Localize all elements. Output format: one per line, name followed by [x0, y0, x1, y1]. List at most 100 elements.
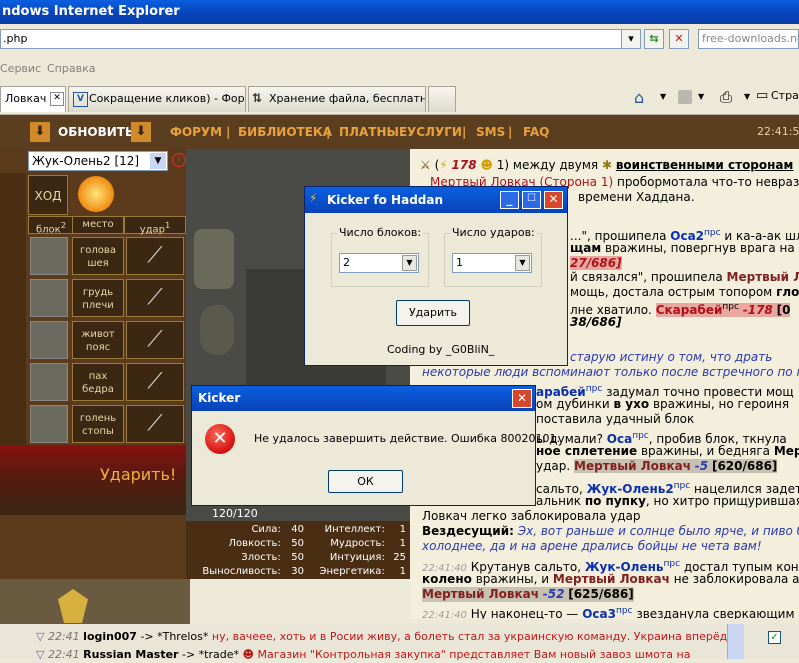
log-name[interactable]: Мертвый Ловкач: [574, 459, 691, 473]
log-line: удар. Мертвый Ловкач -5 [620/686]: [536, 459, 778, 474]
menu-bar: Сервис Справка: [0, 58, 799, 80]
block-shield-legs[interactable]: [30, 405, 68, 443]
log-hp: [0: [776, 303, 791, 317]
sun-icon: [78, 176, 114, 212]
log-name[interactable]: Вездесущий:: [422, 524, 514, 538]
nav-services[interactable]: УСЛУГИ: [407, 115, 462, 149]
target-select-value: Жук-Олень2 [12]: [32, 154, 140, 168]
strike-button[interactable]: Ударить: [396, 300, 470, 326]
chat-user[interactable]: login007: [83, 630, 137, 643]
maximize-button[interactable]: ☐: [522, 191, 541, 209]
log-name[interactable]: Мертвый Ловкач: [422, 587, 539, 601]
log-sup: прс: [673, 481, 691, 491]
stat-value: 30: [291, 566, 304, 577]
log-damage: -52: [542, 587, 565, 601]
page-icon[interactable]: ▭: [756, 88, 768, 103]
tab-3[interactable]: Хранение файла, бесплатн...: [248, 86, 426, 112]
minimize-button[interactable]: _: [500, 191, 519, 209]
menu-item-help[interactable]: Справка: [47, 58, 95, 80]
server-time: 22:41:50: [757, 125, 799, 138]
print-icon[interactable]: ⎙: [720, 88, 732, 106]
log-text: вражины, и бедняга: [640, 444, 770, 458]
chat-scrollbar[interactable]: [727, 624, 744, 659]
tab-2[interactable]: Сокращение кликов) - Фор...: [68, 86, 246, 112]
log-name[interactable]: Мертвый: [774, 444, 799, 458]
close-button[interactable]: ✕: [544, 191, 563, 209]
chat-checkbox[interactable]: ✓: [768, 631, 781, 644]
log-line: ное сплетение вражины, и бедняга Мертвый: [536, 444, 799, 459]
blocks-select[interactable]: 2 ▼: [339, 253, 419, 273]
log-text: , но хитро прищурившая: [645, 494, 799, 508]
nav-faq[interactable]: FAQ: [523, 115, 549, 149]
log-name[interactable]: Оса3: [582, 607, 616, 619]
tab-favicon-icon: V: [73, 92, 88, 107]
stat-value: 40: [291, 524, 304, 535]
log-name[interactable]: Скарабей: [656, 303, 723, 317]
chevron-down-icon[interactable]: ▼: [660, 92, 666, 101]
strike-button[interactable]: Ударить!: [100, 465, 176, 484]
log-hp: [625/686]: [568, 587, 634, 601]
block-shield-groin[interactable]: [30, 363, 68, 401]
sword-icon[interactable]: ⟋: [126, 405, 184, 443]
nav-paid[interactable]: ПЛАТНЫЕ: [339, 115, 407, 149]
nav-library[interactable]: БИБЛИОТЕКА: [238, 115, 332, 149]
log-sup: прс: [585, 384, 603, 394]
target-select[interactable]: Жук-Олень2 [12] ▼: [28, 151, 168, 171]
lightning-icon: ⚡: [439, 158, 448, 172]
stop-icon[interactable]: ✕: [669, 29, 689, 49]
log-line: времени Хаддана.: [578, 190, 695, 204]
log-line: холоднее, да и на арене дрались бойцы не…: [422, 539, 762, 553]
chevron-down-icon[interactable]: ▼: [744, 92, 750, 101]
search-input[interactable]: free-downloads.net: [698, 29, 799, 49]
sword-icon[interactable]: ⟋: [126, 363, 184, 401]
stat-value: 1: [399, 566, 406, 577]
close-button[interactable]: ✕: [512, 389, 532, 408]
error-message: Не удалось завершить действие. Ошибка 80…: [254, 432, 560, 445]
armor-icon: [194, 229, 234, 289]
battle-icon: ⚔: [420, 158, 431, 172]
home-icon[interactable]: ⌂: [634, 88, 644, 107]
sword-icon[interactable]: ⟋: [126, 279, 184, 317]
smiley-icon: ☻: [242, 648, 254, 661]
stat-label: Сила:: [251, 524, 281, 535]
place-label: шея: [87, 258, 109, 269]
block-shield-belly[interactable]: [30, 321, 68, 359]
nav-forum[interactable]: ФОРУМ: [170, 115, 222, 149]
log-line: некоторые люди вспоминают только после в…: [422, 365, 799, 379]
tab-label: Ловкач: [5, 92, 47, 105]
block-shield-chest[interactable]: [30, 279, 68, 317]
log-count: 1: [496, 158, 505, 172]
chat-user[interactable]: Russian Master: [83, 648, 178, 661]
refresh-icon[interactable]: ⇆: [644, 29, 664, 49]
down-arrow-icon[interactable]: ⬇: [30, 122, 50, 142]
block-shield-head[interactable]: [30, 237, 68, 275]
log-sup: прс: [632, 431, 649, 441]
info-icon[interactable]: !: [172, 153, 186, 167]
nav-separator: |: [508, 125, 513, 139]
stats-table: Сила: 40 Интеллект: 1 Ловкость: 50 Мудро…: [186, 521, 410, 579]
down-arrow-icon[interactable]: ⬇: [131, 122, 151, 142]
block-header: блок2: [28, 216, 74, 235]
place-header: место: [72, 216, 124, 234]
address-bar[interactable]: .php: [0, 29, 622, 49]
menu-item-service[interactable]: Сервис: [0, 58, 41, 80]
ok-button[interactable]: ОК: [328, 470, 403, 493]
log-link[interactable]: воинственными сторонам: [616, 158, 794, 172]
sword-icon[interactable]: ⟋: [126, 321, 184, 359]
page-menu-label[interactable]: Стра: [771, 89, 799, 102]
log-line: 22:41:40 Ну наконец-то — Оса3прс звездан…: [422, 604, 795, 619]
address-dropdown-icon[interactable]: ▾: [621, 29, 641, 49]
chat-recipient[interactable]: -> *Threlos*: [140, 630, 208, 643]
sword-icon[interactable]: ⟋: [126, 237, 184, 275]
place-groin: пах бедра: [72, 363, 124, 401]
log-name[interactable]: Мертвый Ловкач: [553, 572, 670, 586]
chevron-down-icon[interactable]: ▼: [698, 92, 704, 101]
tab-close-icon[interactable]: ✕: [50, 92, 64, 106]
feeds-icon[interactable]: [678, 90, 692, 104]
strikes-select[interactable]: 1 ▼: [452, 253, 532, 273]
chat-recipient[interactable]: -> *trade*: [182, 648, 239, 661]
new-tab-button[interactable]: [428, 86, 456, 112]
log-name[interactable]: Мертвый Лов: [727, 270, 799, 284]
nav-sms[interactable]: SMS: [476, 115, 505, 149]
refresh-button[interactable]: ОБНОВИТЬ: [58, 115, 134, 149]
